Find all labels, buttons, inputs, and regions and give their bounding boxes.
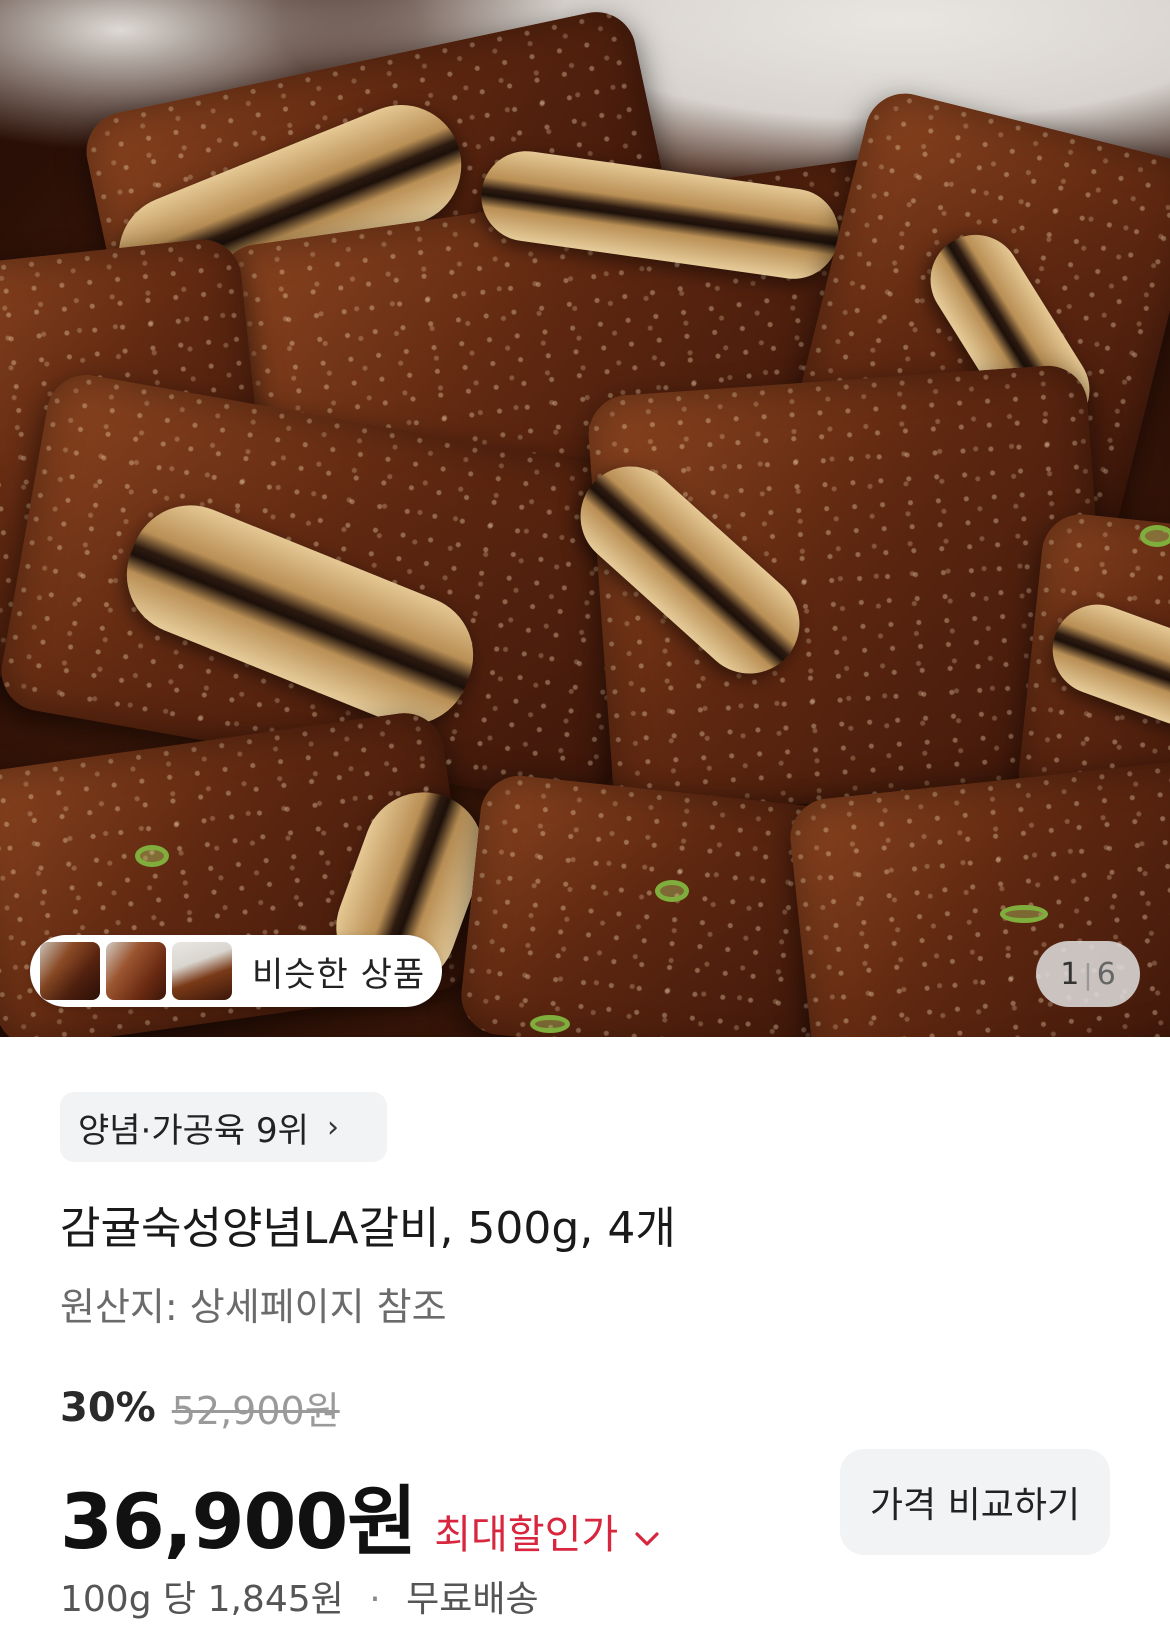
product-title: 감귤숙성양념LA갈비, 500g, 4개	[60, 1203, 676, 1254]
unit-price-shipping: 100g 당 1,845원 · 무료배송	[60, 1570, 539, 1622]
discount-rate: 30%	[60, 1384, 156, 1431]
similar-product-thumbnail	[106, 942, 166, 1000]
category-rank-label: 양념·가공육 9위	[78, 1110, 309, 1151]
category-rank-badge[interactable]: 양념·가공육 9위 ›	[60, 1092, 387, 1162]
similar-products-button[interactable]: 비슷한 상품	[30, 935, 442, 1007]
compare-price-button[interactable]: 가격 비교하기	[840, 1449, 1110, 1555]
chevron-right-icon: ›	[326, 1109, 339, 1145]
similar-product-thumbnail	[40, 942, 100, 1000]
counter-current: 1	[1060, 956, 1080, 992]
discount-row: 30% 52,900원	[60, 1380, 340, 1435]
sale-price: 36,900원	[60, 1477, 417, 1566]
product-detail-page: 비슷한 상품 1 | 6 양념·가공육 9위 › 감귤숙성양념LA갈비, 500…	[0, 0, 1170, 1652]
similar-products-label: 비슷한 상품	[252, 954, 426, 995]
counter-divider: |	[1083, 957, 1093, 991]
original-price: 52,900원	[171, 1389, 340, 1433]
unit-price: 100g 당 1,845원	[60, 1579, 344, 1620]
max-discount-toggle[interactable]: 최대할인가	[434, 1502, 618, 1560]
counter-total: 6	[1096, 956, 1116, 992]
chevron-down-icon[interactable]	[634, 1521, 660, 1556]
price-row: 36,900원 최대할인가	[60, 1460, 660, 1570]
image-page-counter: 1 | 6	[1036, 941, 1140, 1007]
product-image[interactable]: 비슷한 상품 1 | 6	[0, 0, 1170, 1037]
shipping-info: 무료배송	[406, 1579, 539, 1620]
product-origin: 원산지: 상세페이지 참조	[60, 1285, 447, 1329]
separator-dot: ·	[369, 1579, 381, 1620]
similar-product-thumbnail	[172, 942, 232, 1000]
